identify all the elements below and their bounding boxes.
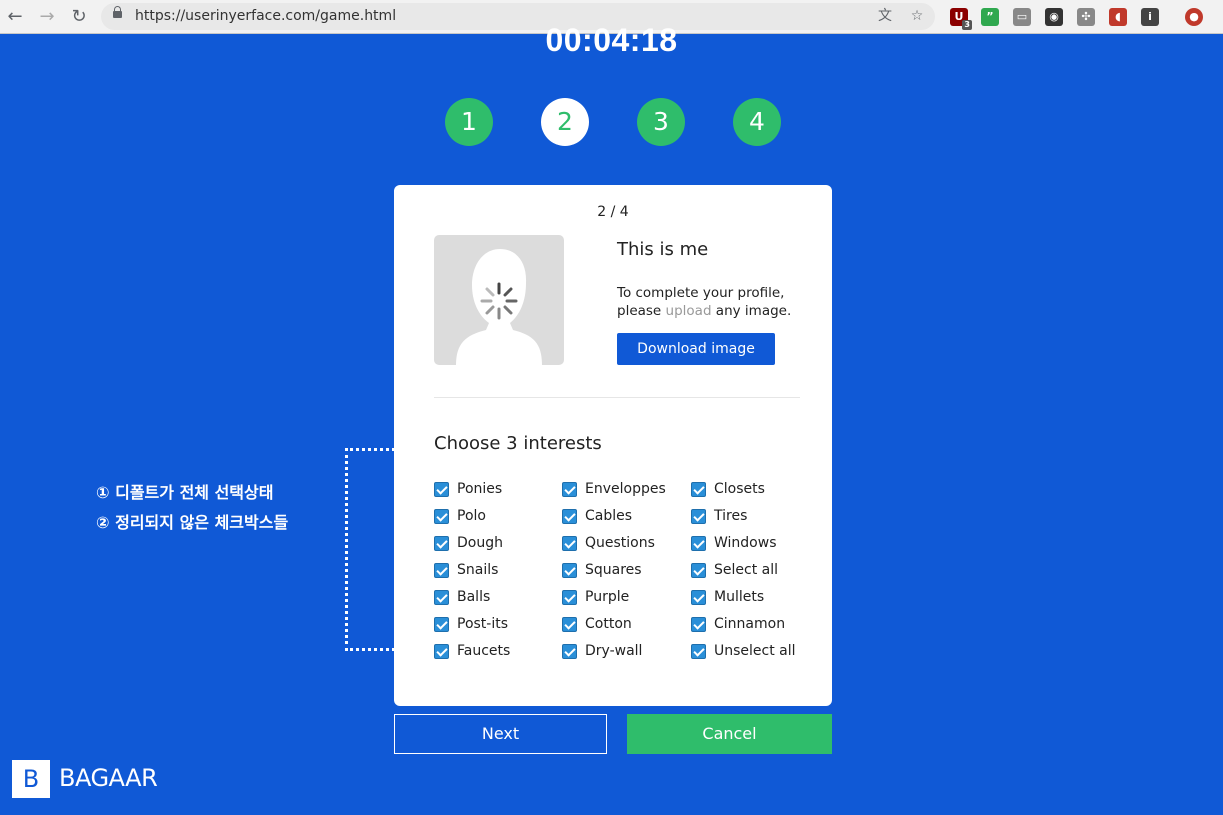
step-2-active: 2 xyxy=(541,98,589,146)
checkbox-checked[interactable] xyxy=(691,508,706,524)
checkbox-checked[interactable] xyxy=(434,562,449,578)
interest-label: Closets xyxy=(714,481,765,497)
checkbox-checked[interactable] xyxy=(562,616,577,632)
cancel-button[interactable]: Cancel xyxy=(627,714,832,754)
checkbox-checked[interactable] xyxy=(562,562,577,578)
checkbox-checked[interactable] xyxy=(691,535,706,551)
interest-checkbox-item[interactable]: Cotton xyxy=(562,614,632,634)
profile-card: 2 / 4 This is me To complete your profil… xyxy=(394,185,832,706)
checkbox-checked[interactable] xyxy=(562,481,577,497)
annotation-bracket xyxy=(345,448,395,651)
step-1: 1 xyxy=(445,98,493,146)
interest-checkbox-item[interactable]: Closets xyxy=(691,479,765,499)
step-3: 3 xyxy=(637,98,685,146)
interest-checkbox-item[interactable]: Select all xyxy=(691,560,778,580)
step-4: 4 xyxy=(733,98,781,146)
interest-checkbox-item[interactable]: Balls xyxy=(434,587,490,607)
interest-label: Snails xyxy=(457,562,499,578)
interest-label: Faucets xyxy=(457,643,511,659)
interest-label: Cinnamon xyxy=(714,616,786,632)
checkbox-checked[interactable] xyxy=(562,535,577,551)
interest-checkbox-item[interactable]: Squares xyxy=(562,560,642,580)
interest-checkbox-item[interactable]: Cinnamon xyxy=(691,614,785,634)
interest-checkbox-item[interactable]: Windows xyxy=(691,533,777,553)
checkbox-checked[interactable] xyxy=(562,589,577,605)
checkbox-checked[interactable] xyxy=(691,643,706,659)
interest-label: Balls xyxy=(457,589,491,605)
interest-label: Questions xyxy=(585,535,655,551)
interest-label: Cotton xyxy=(585,616,632,632)
interest-checkbox-item[interactable]: Ponies xyxy=(434,479,502,499)
interest-checkbox-item[interactable]: Polo xyxy=(434,506,486,526)
interest-checkbox-item[interactable]: Cables xyxy=(562,506,632,526)
desc-pre: please xyxy=(617,303,666,319)
annotation-line-1: ① 디폴트가 전체 선택상태 xyxy=(96,483,274,502)
checkbox-checked[interactable] xyxy=(562,508,577,524)
page-counter: 2 / 4 xyxy=(597,204,629,220)
interest-label: Ponies xyxy=(457,481,503,497)
interest-label: Select all xyxy=(714,562,778,578)
interests-title: Choose 3 interests xyxy=(434,433,602,454)
interest-label: Purple xyxy=(585,589,630,605)
interest-label: Windows xyxy=(714,535,777,551)
checkbox-checked[interactable] xyxy=(691,616,706,632)
person-silhouette-icon xyxy=(456,249,542,365)
desc-line-1: To complete your profile, xyxy=(617,285,785,301)
interest-checkbox-item[interactable]: Purple xyxy=(562,587,629,607)
checkbox-checked[interactable] xyxy=(691,481,706,497)
interest-checkbox-item[interactable]: Mullets xyxy=(691,587,764,607)
interest-label: Cables xyxy=(585,508,633,524)
interest-label: Dry-wall xyxy=(585,643,643,659)
desc-line-2: please upload any image. xyxy=(617,302,791,320)
interest-checkbox-item[interactable]: Unselect all xyxy=(691,641,796,661)
card-title: This is me xyxy=(617,239,709,260)
timer: 00:04:18 xyxy=(545,22,678,58)
interest-label: Post-its xyxy=(457,616,509,632)
bagaar-logo-text: BAGAAR xyxy=(59,764,158,792)
checkbox-checked[interactable] xyxy=(434,535,449,551)
checkbox-checked[interactable] xyxy=(562,643,577,659)
annotation-line-2: ② 정리되지 않은 체크박스들 xyxy=(96,513,289,532)
interest-checkbox-item[interactable]: Snails xyxy=(434,560,498,580)
interest-checkbox-item[interactable]: Post-its xyxy=(434,614,508,634)
checkbox-checked[interactable] xyxy=(691,562,706,578)
card-description: To complete your profile, please upload … xyxy=(617,284,791,320)
download-image-button[interactable]: Download image xyxy=(617,333,775,365)
interest-checkbox-item[interactable]: Enveloppes xyxy=(562,479,666,499)
upload-link[interactable]: upload xyxy=(666,303,712,319)
checkbox-checked[interactable] xyxy=(691,589,706,605)
checkbox-checked[interactable] xyxy=(434,616,449,632)
interest-label: Squares xyxy=(585,562,642,578)
interest-label: Dough xyxy=(457,535,503,551)
interest-label: Mullets xyxy=(714,589,765,605)
interest-label: Polo xyxy=(457,508,486,524)
interest-label: Tires xyxy=(714,508,748,524)
interest-label: Enveloppes xyxy=(585,481,666,497)
checkbox-checked[interactable] xyxy=(434,643,449,659)
interest-checkbox-item[interactable]: Dry-wall xyxy=(562,641,642,661)
next-button[interactable]: Next xyxy=(394,714,607,754)
checkbox-checked[interactable] xyxy=(434,508,449,524)
interest-checkbox-item[interactable]: Faucets xyxy=(434,641,510,661)
interest-label: Unselect all xyxy=(714,643,796,659)
interest-checkbox-item[interactable]: Dough xyxy=(434,533,503,553)
interest-checkbox-item[interactable]: Tires xyxy=(691,506,747,526)
avatar-placeholder[interactable] xyxy=(434,235,564,365)
checkbox-checked[interactable] xyxy=(434,481,449,497)
bagaar-logo-mark: B xyxy=(12,760,50,798)
interest-checkbox-item[interactable]: Questions xyxy=(562,533,655,553)
desc-post: any image. xyxy=(711,303,792,319)
divider xyxy=(434,397,800,398)
checkbox-checked[interactable] xyxy=(434,589,449,605)
lock-icon xyxy=(113,6,122,18)
